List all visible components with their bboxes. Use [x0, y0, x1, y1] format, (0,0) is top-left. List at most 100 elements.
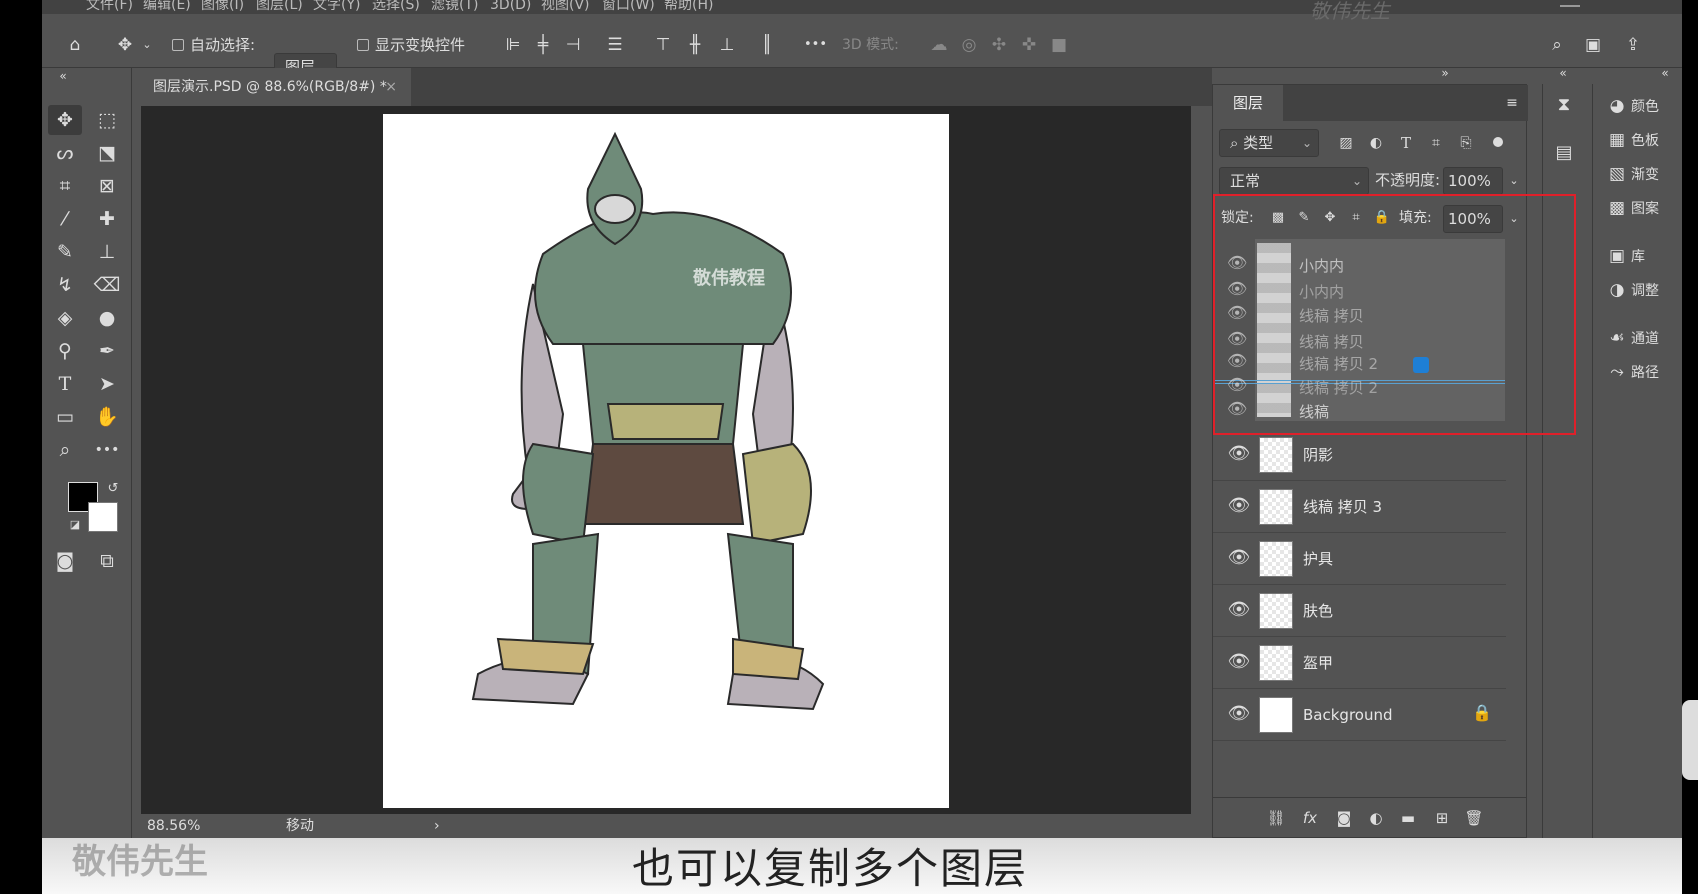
scale-3d-icon[interactable]: ■ [1046, 32, 1072, 58]
quick-mask-icon[interactable]: ◙ [48, 546, 82, 576]
default-colors-icon[interactable]: ◪ [62, 512, 88, 538]
menu-type[interactable]: 文字(Y) [313, 0, 360, 12]
close-window-icon[interactable] [1560, 5, 1580, 7]
menu-file[interactable]: 文件(F) [86, 0, 133, 12]
menu-3d[interactable]: 3D(D) [490, 0, 531, 12]
document-tab[interactable]: 图层演示.PSD @ 88.6%(RGB/8#) * × [141, 68, 411, 106]
workspace-icon[interactable]: ▣ [1580, 32, 1606, 58]
layer-row[interactable]: 👁 护具 [1213, 533, 1506, 585]
layer-row[interactable]: 👁 Background 🔒 [1213, 689, 1506, 741]
align-right-icon[interactable]: ⊣ [560, 32, 586, 58]
filter-adjustment-icon[interactable]: ◐ [1363, 130, 1389, 156]
expand-dock-icon[interactable]: » [1432, 60, 1458, 86]
history-panel-icon[interactable]: ⧗ [1551, 92, 1577, 118]
tab-layers[interactable]: 图层 [1213, 85, 1283, 121]
rectangle-tool-icon[interactable]: ▭ [48, 402, 82, 432]
screen-mode-icon[interactable]: ⧉ [90, 546, 124, 576]
menu-help[interactable]: 帮助(H) [664, 0, 713, 12]
home-icon[interactable]: ⌂ [62, 32, 88, 58]
filter-pixel-icon[interactable]: ▨ [1333, 130, 1359, 156]
share-icon[interactable]: ⇪ [1620, 32, 1646, 58]
lock-icon[interactable]: 🔒 [1472, 703, 1492, 722]
menu-select[interactable]: 选择(S) [372, 0, 420, 12]
new-group-icon[interactable]: ▬ [1395, 805, 1421, 831]
roll-3d-icon[interactable]: ◎ [956, 32, 982, 58]
frame-tool-icon[interactable]: ⊠ [90, 171, 124, 201]
canvas-area[interactable]: 敬伟教程 [141, 106, 1191, 814]
path-select-tool-icon[interactable]: ➤ [90, 369, 124, 399]
more-options-button[interactable]: ••• [804, 32, 827, 58]
blur-tool-icon[interactable]: ● [90, 303, 124, 333]
show-transform-checkbox[interactable]: 显示变换控件 [357, 32, 465, 58]
menu-layer[interactable]: 图层(L) [256, 0, 303, 12]
align-bottom-icon[interactable]: ⊥ [714, 32, 740, 58]
window-controls[interactable] [1552, 0, 1662, 12]
add-mask-icon[interactable]: ◙ [1331, 805, 1357, 831]
distribute-vertical-icon[interactable]: ║ [754, 32, 780, 58]
pan-3d-icon[interactable]: ✣ [986, 32, 1012, 58]
healing-brush-tool-icon[interactable]: ✚ [90, 204, 124, 234]
filter-type-dropdown[interactable]: ⌕ 类型 ⌄ [1219, 129, 1319, 157]
crop-tool-icon[interactable]: ⌗ [48, 171, 82, 201]
background-color-swatch[interactable] [88, 502, 118, 532]
menu-image[interactable]: 图像(I) [201, 0, 244, 12]
artboard[interactable]: 敬伟教程 [383, 114, 949, 808]
collapse-dock-icon-2[interactable]: « [1652, 60, 1678, 86]
type-tool-icon[interactable]: T [48, 369, 82, 399]
filter-type-icon[interactable]: T [1393, 130, 1419, 156]
collapse-dock-icon[interactable]: « [1550, 60, 1576, 86]
chevron-down-icon[interactable]: ⌄ [1501, 168, 1527, 194]
orbit-3d-icon[interactable]: ☁ [926, 32, 952, 58]
align-vcenter-icon[interactable]: ╫ [682, 32, 708, 58]
new-layer-icon[interactable]: ⊞ [1429, 805, 1455, 831]
eye-icon[interactable]: 👁 [1227, 495, 1251, 516]
paint-bucket-tool-icon[interactable]: ◈ [48, 303, 82, 333]
slide-3d-icon[interactable]: ✜ [1016, 32, 1042, 58]
menu-window[interactable]: 窗口(W) [602, 0, 655, 12]
lasso-tool-icon[interactable]: ᔕ [48, 138, 82, 168]
dodge-tool-icon[interactable]: ⚲ [48, 336, 82, 366]
chevron-down-icon[interactable]: ⌄ [134, 32, 160, 58]
panel-channels[interactable]: ☙ 通道 [1603, 324, 1682, 352]
delete-layer-icon[interactable]: 🗑 [1461, 805, 1487, 831]
panel-adjustments[interactable]: ◑ 调整 [1603, 276, 1682, 304]
eye-icon[interactable]: 👁 [1227, 703, 1251, 724]
eye-icon[interactable]: 👁 [1227, 443, 1251, 464]
menu-view[interactable]: 视图(V) [541, 0, 590, 12]
link-layers-icon[interactable]: ⛓ [1263, 805, 1289, 831]
status-expand-icon[interactable]: › [434, 814, 440, 838]
search-icon[interactable]: ⌕ [1544, 32, 1570, 58]
opacity-field[interactable]: 100% [1443, 167, 1503, 195]
align-top-icon[interactable]: ⊤ [650, 32, 676, 58]
fx-icon[interactable]: fx [1297, 805, 1323, 831]
move-tool-icon[interactable]: ✥ [48, 105, 82, 135]
zoom-level[interactable]: 88.56% [147, 814, 200, 838]
filter-shape-icon[interactable]: ⌗ [1423, 130, 1449, 156]
filter-smartobject-icon[interactable]: ⎘ [1453, 130, 1479, 156]
layer-row[interactable]: 👁 线稿 拷贝 3 [1213, 481, 1506, 533]
hand-tool-icon[interactable]: ✋ [90, 402, 124, 432]
more-tools-icon[interactable]: ••• [90, 435, 124, 465]
eraser-tool-icon[interactable]: ⌫ [90, 270, 124, 300]
history-brush-tool-icon[interactable]: ↯ [48, 270, 82, 300]
layer-row[interactable]: 👁 盔甲 [1213, 637, 1506, 689]
eyedropper-tool-icon[interactable]: ⁄ [48, 204, 82, 234]
pen-tool-icon[interactable]: ✒ [90, 336, 124, 366]
eye-icon[interactable]: 👁 [1227, 651, 1251, 672]
collapse-toolbar-icon[interactable]: « [50, 68, 76, 84]
blend-mode-dropdown[interactable]: 正常 ⌄ [1219, 167, 1369, 195]
swap-colors-icon[interactable]: ↺ [100, 476, 126, 502]
eye-icon[interactable]: 👁 [1227, 547, 1251, 568]
menu-filter[interactable]: 滤镜(T) [431, 0, 478, 12]
marquee-tool-icon[interactable]: ⬚ [90, 105, 124, 135]
filter-toggle-icon[interactable] [1493, 137, 1503, 147]
panel-color[interactable]: ◕ 颜色 [1603, 92, 1682, 120]
stamp-tool-icon[interactable]: ⊥ [90, 237, 124, 267]
adjustment-layer-icon[interactable]: ◐ [1363, 805, 1389, 831]
align-left-icon[interactable]: ⊫ [500, 32, 526, 58]
panel-paths[interactable]: ⤳ 路径 [1603, 358, 1682, 386]
brush-tool-icon[interactable]: ✎ [48, 237, 82, 267]
menu-edit[interactable]: 编辑(E) [143, 0, 191, 12]
close-tab-icon[interactable]: × [385, 68, 397, 106]
object-select-tool-icon[interactable]: ⬔ [90, 138, 124, 168]
